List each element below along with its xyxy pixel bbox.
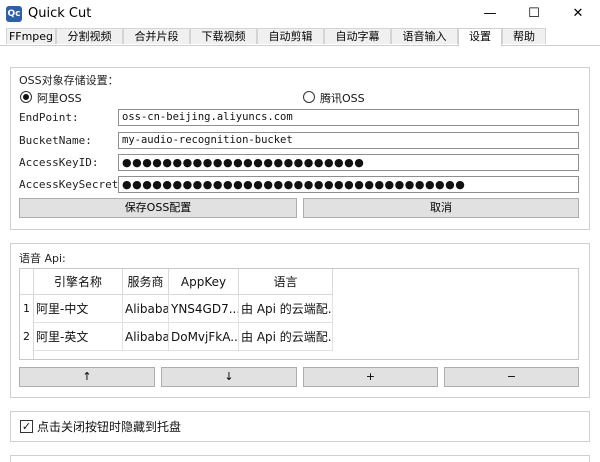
cancel-button[interactable]: 取消 <box>303 198 579 218</box>
row-number[interactable]: 1 <box>20 295 34 323</box>
tab-ffmpeg[interactable]: FFmpeg <box>6 28 56 44</box>
voice-api-title: 语音 Api: <box>19 252 66 265</box>
remove-api-button[interactable]: − <box>444 367 579 387</box>
window-title: Quick Cut <box>28 6 92 21</box>
table-corner <box>20 269 34 295</box>
bucket-name-field[interactable]: my-audio-recognition-bucket <box>118 132 579 149</box>
table-cell-language[interactable]: 由 Api 的云端配... <box>239 295 333 323</box>
tab-auto-edit[interactable]: 自动剪辑 <box>257 28 324 44</box>
move-down-button[interactable]: ↓ <box>161 367 297 387</box>
tab-auto-subtitle[interactable]: 自动字幕 <box>324 28 391 44</box>
table-cell-language[interactable]: 由 Api 的云端配... <box>239 323 333 351</box>
tab-settings[interactable]: 设置 <box>458 28 502 46</box>
tencent-oss-radio[interactable] <box>303 91 315 103</box>
voice-api-table: 引擎名称 服务商 AppKey 语言 1 阿里-中文 Alibaba YNS4G… <box>19 268 579 360</box>
tab-help[interactable]: 帮助 <box>502 28 546 44</box>
row-header-filler <box>20 351 34 359</box>
table-cell-appkey[interactable]: DoMvjFkA... <box>169 323 239 351</box>
column-header-provider[interactable]: 服务商 <box>123 269 169 295</box>
maximize-button[interactable]: ☐ <box>512 0 556 28</box>
tab-merge-clips[interactable]: 合并片段 <box>123 28 190 44</box>
minimize-button[interactable]: — <box>468 0 512 28</box>
tab-voice-input[interactable]: 语音输入 <box>391 28 458 44</box>
bucket-name-label: BucketName: <box>19 134 92 147</box>
next-group-edge <box>10 455 590 462</box>
table-cell-provider[interactable]: Alibaba <box>123 295 169 323</box>
table-cell-appkey[interactable]: YNS4GD7... <box>169 295 239 323</box>
row-number[interactable]: 2 <box>20 323 34 351</box>
aliyun-oss-label: 阿里OSS <box>37 92 82 105</box>
close-button[interactable]: ✕ <box>556 0 600 28</box>
table-cell-provider[interactable]: Alibaba <box>123 323 169 351</box>
endpoint-label: EndPoint: <box>19 111 79 124</box>
tab-split-video[interactable]: 分割视频 <box>56 28 123 44</box>
add-api-button[interactable]: + <box>303 367 438 387</box>
app-logo-icon: Qc <box>6 6 22 22</box>
oss-settings-title: OSS对象存储设置： <box>19 74 119 87</box>
move-up-button[interactable]: ↑ <box>19 367 155 387</box>
column-header-engine-name[interactable]: 引擎名称 <box>34 269 123 295</box>
tab-bar: FFmpeg 分割视频 合并片段 下载视频 自动剪辑 自动字幕 语音输入 设置 … <box>0 28 600 46</box>
table-cell-engine-name[interactable]: 阿里-英文 <box>34 323 123 351</box>
access-key-secret-field[interactable]: ●●●●●●●●●●●●●●●●●●●●●●●●●●●●●●●●●● <box>118 176 579 193</box>
hide-to-tray-label: 点击关闭按钮时隐藏到托盘 <box>37 420 182 434</box>
hide-to-tray-checkbox[interactable]: ✓ <box>20 420 33 433</box>
tencent-oss-label: 腾讯OSS <box>320 92 365 105</box>
table-cell-engine-name[interactable]: 阿里-中文 <box>34 295 123 323</box>
column-header-appkey[interactable]: AppKey <box>169 269 239 295</box>
aliyun-oss-radio[interactable] <box>20 91 32 103</box>
access-key-secret-label: AccessKeySecret: <box>19 178 125 191</box>
access-key-id-field[interactable]: ●●●●●●●●●●●●●●●●●●●●●●●● <box>118 154 579 171</box>
tab-download-video[interactable]: 下载视频 <box>190 28 257 44</box>
column-header-language[interactable]: 语言 <box>239 269 333 295</box>
save-oss-config-button[interactable]: 保存OSS配置 <box>19 198 297 218</box>
title-bar: Qc Quick Cut — ☐ ✕ <box>0 0 600 28</box>
access-key-id-label: AccessKeyID: <box>19 156 99 169</box>
endpoint-field[interactable]: oss-cn-beijing.aliyuncs.com <box>118 109 579 126</box>
